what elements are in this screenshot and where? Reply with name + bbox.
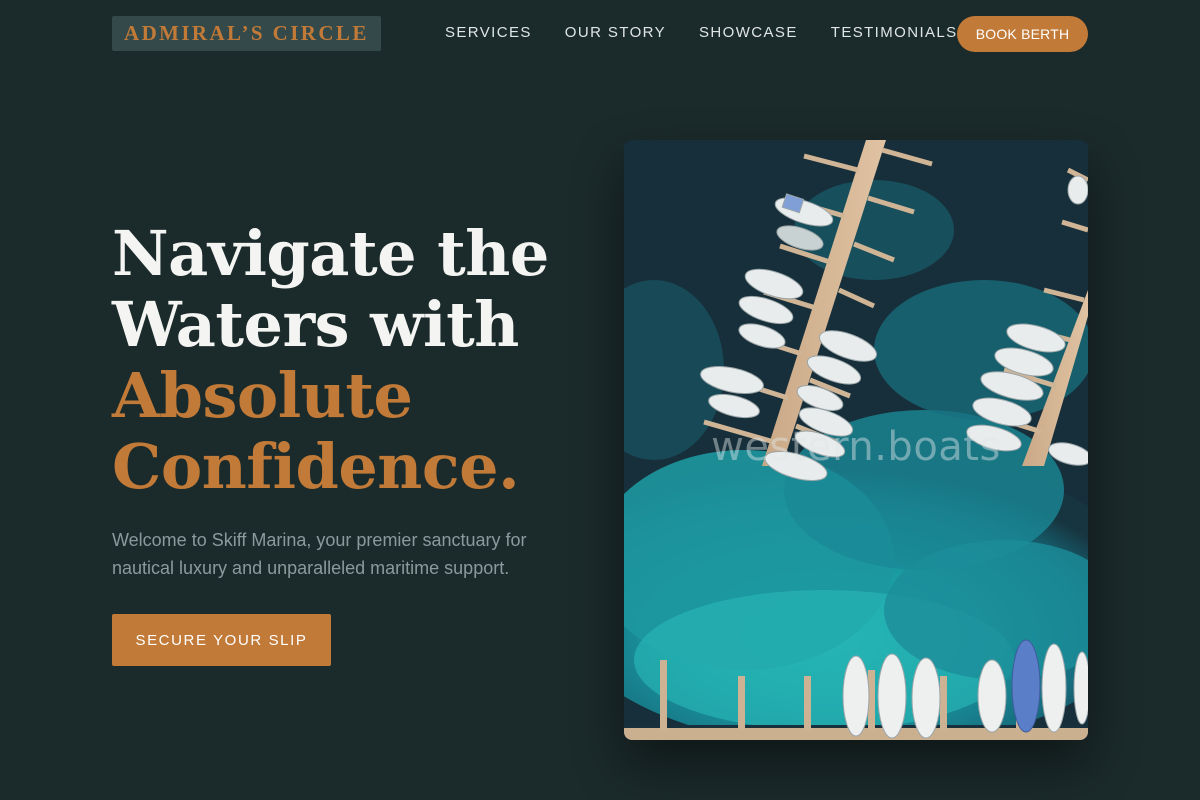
nav-link-services[interactable]: SERVICES <box>445 24 532 42</box>
headline-accent-line-1: Absolute <box>112 359 413 432</box>
book-berth-button[interactable]: BOOK BERTH <box>957 16 1088 52</box>
headline-line-2: Waters with <box>112 288 519 361</box>
hero-headline: Navigate the Waters with Absolute Confid… <box>112 218 549 502</box>
nav-link-showcase[interactable]: SHOWCASE <box>699 24 798 42</box>
secure-slip-button[interactable]: SECURE YOUR SLIP <box>112 614 331 666</box>
landing-page: ADMIRAL’S CIRCLE SERVICES OUR STORY SHOW… <box>0 0 1200 800</box>
nav-link-testimonials[interactable]: TESTIMONIALS <box>831 24 958 42</box>
marina-aerial-illustration <box>624 140 1088 740</box>
main-nav: SERVICES OUR STORY SHOWCASE TESTIMONIALS <box>445 24 958 42</box>
headline-line-1: Navigate the <box>112 217 549 290</box>
nav-link-our-story[interactable]: OUR STORY <box>565 24 666 42</box>
headline-accent-line-2: Confidence. <box>112 430 520 503</box>
hero-marina-image: western.boats <box>624 140 1088 740</box>
brand-logo[interactable]: ADMIRAL’S CIRCLE <box>112 16 381 51</box>
hero-intro-text: Welcome to Skiff Marina, your premier sa… <box>112 530 527 578</box>
